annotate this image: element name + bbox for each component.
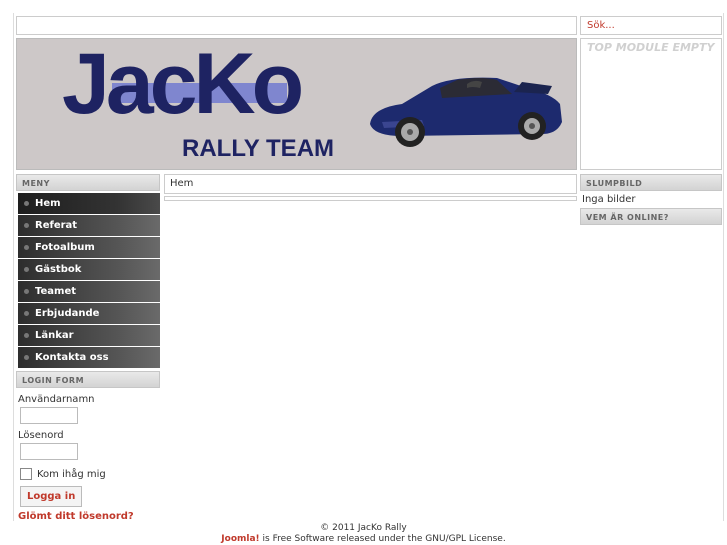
menu-item-lankar[interactable]: Länkar — [18, 325, 160, 346]
remember-row: Kom ihåg mig — [20, 468, 160, 480]
menu-item-label: Gästbok — [35, 264, 82, 275]
menu-item-label: Teamet — [35, 286, 77, 297]
site-logo: JacKo — [62, 38, 304, 132]
password-field[interactable] — [20, 443, 78, 460]
menu-item-label: Hem — [35, 198, 61, 209]
header-banner: JacKo RALLY TEAM — [16, 38, 577, 170]
remember-label: Kom ihåg mig — [37, 468, 106, 480]
bullet-icon — [24, 222, 29, 228]
footer-license-line: Joomla! is Free Software released under … — [0, 534, 727, 545]
menu-item-label: Länkar — [35, 330, 74, 341]
top-bar — [16, 16, 577, 35]
remember-checkbox[interactable] — [20, 468, 32, 480]
top-module: TOP MODULE EMPTY — [580, 38, 722, 170]
menu-item-erbjudande[interactable]: Erbjudande — [18, 303, 160, 324]
username-label: Användarnamn — [18, 394, 95, 405]
footer-license: is Free Software released under the GNU/… — [259, 534, 506, 544]
left-column: MENY Hem Referat Fotoalbum Gästbok Teame… — [16, 174, 160, 522]
menu-item-label: Erbjudande — [35, 308, 100, 319]
site-subtitle: RALLY TEAM — [182, 135, 335, 162]
login-button[interactable]: Logga in — [20, 486, 83, 507]
footer-copyright: © 2011 JacKo Rally — [320, 523, 407, 533]
menu-item-referat[interactable]: Referat — [18, 215, 160, 236]
menu-item-teamet[interactable]: Teamet — [18, 281, 160, 302]
bullet-icon — [24, 200, 29, 206]
username-field[interactable] — [20, 407, 78, 424]
bullet-icon — [24, 266, 29, 272]
bullet-icon — [24, 332, 29, 338]
menu-item-hem[interactable]: Hem — [18, 193, 160, 214]
bullet-icon — [24, 288, 29, 294]
search-input[interactable]: Sök... — [580, 16, 722, 35]
menu-item-fotoalbum[interactable]: Fotoalbum — [18, 237, 160, 258]
login-title: LOGIN FORM — [16, 371, 160, 388]
bullet-icon — [24, 310, 29, 316]
online-title: VEM ÄR ONLINE? — [580, 208, 722, 225]
content-area — [164, 196, 577, 201]
menu-item-label: Fotoalbum — [35, 242, 95, 253]
menu-item-label: Kontakta oss — [35, 352, 109, 363]
forgot-password-link[interactable]: Glömt ditt lösenord? — [18, 511, 160, 522]
login-form: LOGIN FORM Användarnamn Lösenord Kom ihå… — [16, 371, 160, 522]
main-content: Hem — [164, 174, 577, 201]
rally-car-image — [370, 77, 562, 147]
bullet-icon — [24, 354, 29, 360]
random-image-text: Inga bilder — [582, 194, 636, 205]
footer: © 2011 JacKo Rally Joomla! is Free Softw… — [0, 523, 727, 545]
menu-item-label: Referat — [35, 220, 78, 231]
right-column: SLUMPBILD Inga bilder VEM ÄR ONLINE? — [580, 174, 722, 225]
joomla-link[interactable]: Joomla! — [221, 534, 259, 544]
random-image-title: SLUMPBILD — [580, 174, 722, 191]
main-menu: Hem Referat Fotoalbum Gästbok Teamet Erb… — [16, 193, 160, 368]
menu-item-gastbok[interactable]: Gästbok — [18, 259, 160, 280]
bullet-icon — [24, 244, 29, 250]
menu-title: MENY — [16, 174, 160, 191]
breadcrumb: Hem — [164, 174, 577, 194]
password-label: Lösenord — [18, 430, 64, 441]
menu-item-kontakta[interactable]: Kontakta oss — [18, 347, 160, 368]
